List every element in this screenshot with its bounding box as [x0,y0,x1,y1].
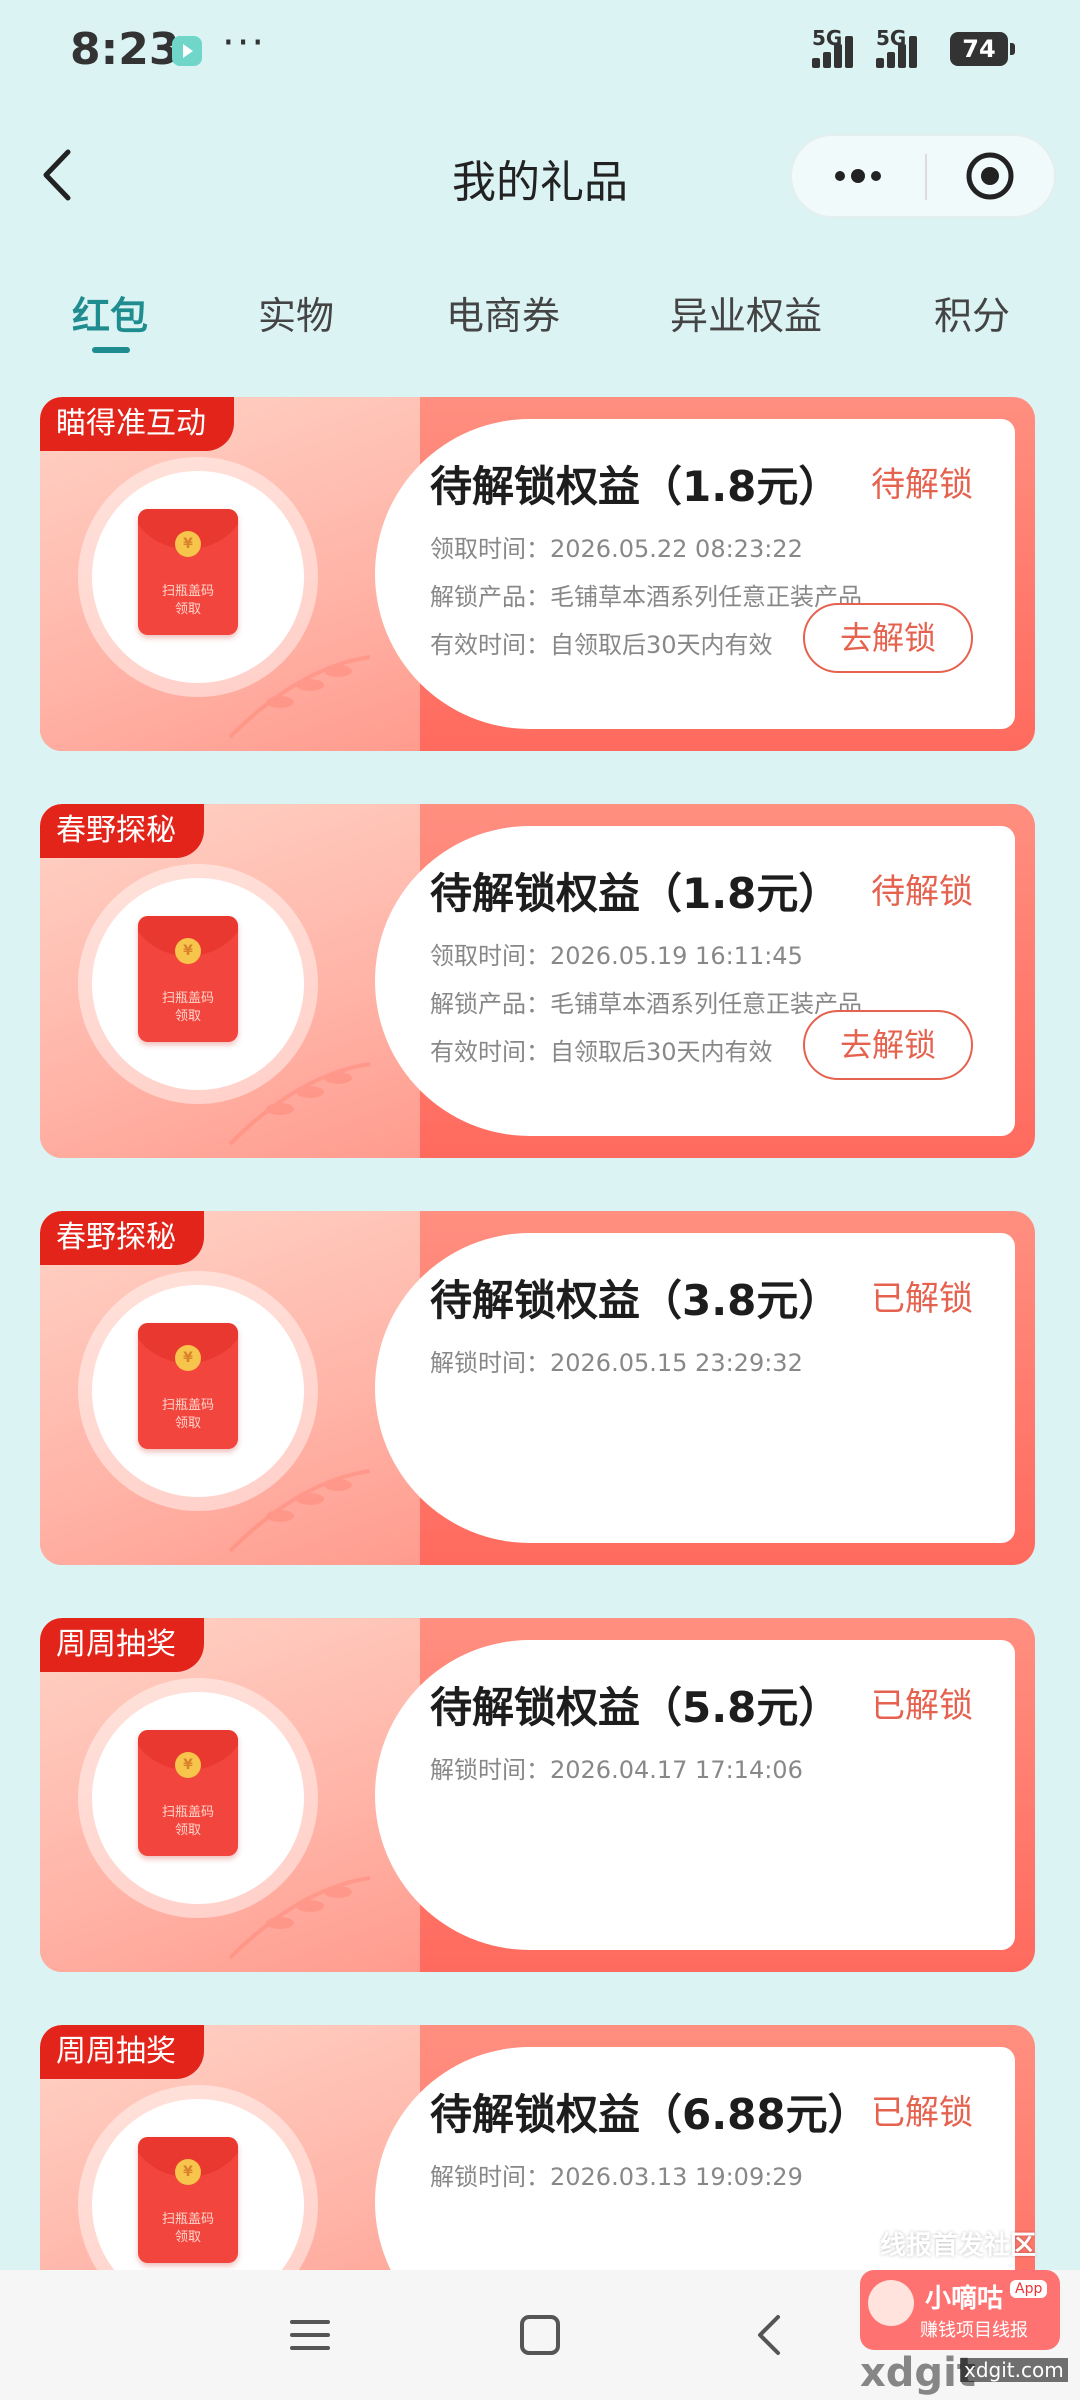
envelope-text: 领取 [174,1823,201,1838]
category-tabs: 红包 实物 电商券 异业权益 积分 [0,285,1080,365]
signal-icon: 5G [812,26,874,68]
card-title: 待解锁权益（5.8元） [430,1683,841,1732]
coin-icon: ¥ [175,1345,201,1371]
watermark-logo-icon [868,2280,914,2326]
gift-card[interactable]: ¥ 扫瓶盖码 领取 春野探秘 待解锁权益（1.8元） 待解锁 领取时间：2026… [40,804,1035,1158]
status-label: 已解锁 [871,1279,973,1319]
activity-tag: 瞄得准互动 [40,397,234,451]
more-button[interactable] [822,136,894,216]
envelope-text: 扫瓶盖码 [161,584,214,599]
card-content: 待解锁权益（1.8元） 待解锁 领取时间：2026.05.19 16:11:45… [375,826,1015,1136]
square-icon [520,2315,560,2355]
status-bar: 8:23 ··· 5G 5G 74 [0,0,1080,100]
activity-tag: 春野探秘 [40,804,204,858]
tab-points[interactable]: 积分 [934,285,1010,340]
coin-icon: ¥ [175,938,201,964]
unlock-button[interactable]: 去解锁 [803,1010,973,1080]
video-app-icon [172,36,202,66]
coin-icon: ¥ [175,1752,201,1778]
tab-red-packet[interactable]: 红包 [72,285,148,340]
valid-time: 有效时间：自领取后30天内有效 [430,631,773,659]
watermark-url-small: xdgit.com [960,2358,1068,2382]
system-back-button[interactable] [730,2295,810,2375]
mini-program-capsule [790,134,1056,218]
card-title: 待解锁权益（1.8元） [430,462,841,511]
tab-cross-industry[interactable]: 异业权益 [670,285,822,340]
status-label: 已解锁 [871,1686,973,1726]
activity-tag: 春野探秘 [40,1211,204,1265]
receive-time: 领取时间：2026.05.19 16:11:45 [430,942,803,970]
envelope-text: 扫瓶盖码 [161,1805,214,1820]
envelope-text: 扫瓶盖码 [161,1398,214,1413]
red-envelope-icon: ¥ 扫瓶盖码 领取 [138,1730,238,1856]
status-time: 8:23 [70,24,180,75]
red-envelope-icon: ¥ 扫瓶盖码 领取 [138,2137,238,2263]
envelope-text: 领取 [174,2230,201,2245]
card-title: 待解锁权益（6.88元） [430,2090,870,2139]
red-envelope-icon: ¥ 扫瓶盖码 领取 [138,509,238,635]
menu-button[interactable] [270,2295,350,2375]
red-envelope-icon: ¥ 扫瓶盖码 领取 [138,916,238,1042]
active-tab-indicator [92,347,130,353]
chevron-left-icon [758,2315,780,2355]
tab-physical[interactable]: 实物 [258,285,334,340]
receive-time: 领取时间：2026.05.22 08:23:22 [430,535,803,563]
red-envelope-icon: ¥ 扫瓶盖码 领取 [138,1323,238,1449]
capsule-divider [925,154,927,200]
close-mini-program-button[interactable] [950,136,1030,216]
home-button[interactable] [500,2295,580,2375]
coin-icon: ¥ [175,2159,201,2185]
watermark-slogan: 赚钱项目线报 [920,2320,1028,2341]
status-label: 待解锁 [871,465,973,505]
watermark-url: xdgit [860,2350,976,2396]
battery-icon: 74 [950,32,1015,66]
status-label: 待解锁 [871,872,973,912]
envelope-text: 领取 [174,602,201,617]
activity-tag: 周周抽奖 [40,1618,204,1672]
gift-card[interactable]: ¥ 扫瓶盖码 领取 春野探秘 待解锁权益（3.8元） 已解锁 解锁时间：2026… [40,1211,1035,1565]
signal-icon-2: 5G [876,26,938,68]
card-title: 待解锁权益（1.8元） [430,869,841,918]
gift-card[interactable]: ¥ 扫瓶盖码 领取 瞄得准互动 待解锁权益（1.8元） 待解锁 领取时间：202… [40,397,1035,751]
card-title: 待解锁权益（3.8元） [430,1276,841,1325]
card-content: 待解锁权益（5.8元） 已解锁 解锁时间：2026.04.17 17:14:06 [375,1640,1015,1950]
status-label: 已解锁 [871,2093,973,2133]
valid-time: 有效时间：自领取后30天内有效 [430,1038,773,1066]
activity-tag: 周周抽奖 [40,2025,204,2079]
envelope-text: 扫瓶盖码 [161,991,214,1006]
unlock-product: 解锁产品：毛铺草本酒系列任意正装产品 [430,583,862,611]
card-content: 待解锁权益（1.8元） 待解锁 领取时间：2026.05.22 08:23:22… [375,419,1015,729]
unlock-button[interactable]: 去解锁 [803,603,973,673]
watermark-brand: 小嘀咕 [925,2284,1004,2314]
envelope-text: 扫瓶盖码 [161,2212,214,2227]
envelope-text: 领取 [174,1416,201,1431]
menu-icon [290,2320,330,2350]
tab-ecommerce-coupon[interactable]: 电商券 [446,285,560,340]
envelope-text: 领取 [174,1009,201,1024]
watermark-app-label: App [1010,2280,1048,2298]
unlock-time: 解锁时间：2026.03.13 19:09:29 [430,2163,803,2191]
gift-card[interactable]: ¥ 扫瓶盖码 领取 周周抽奖 待解锁权益（5.8元） 已解锁 解锁时间：2026… [40,1618,1035,1972]
unlock-product: 解锁产品：毛铺草本酒系列任意正装产品 [430,990,862,1018]
more-notifications-icon: ··· [222,20,267,66]
unlock-time: 解锁时间：2026.04.17 17:14:06 [430,1756,803,1784]
target-icon [966,152,1014,200]
card-content: 待解锁权益（3.8元） 已解锁 解锁时间：2026.05.15 23:29:32 [375,1233,1015,1543]
watermark-text: 线报首发社区 [880,2231,1037,2261]
coin-icon: ¥ [175,531,201,557]
unlock-time: 解锁时间：2026.05.15 23:29:32 [430,1349,803,1377]
more-dots-icon [835,169,881,183]
